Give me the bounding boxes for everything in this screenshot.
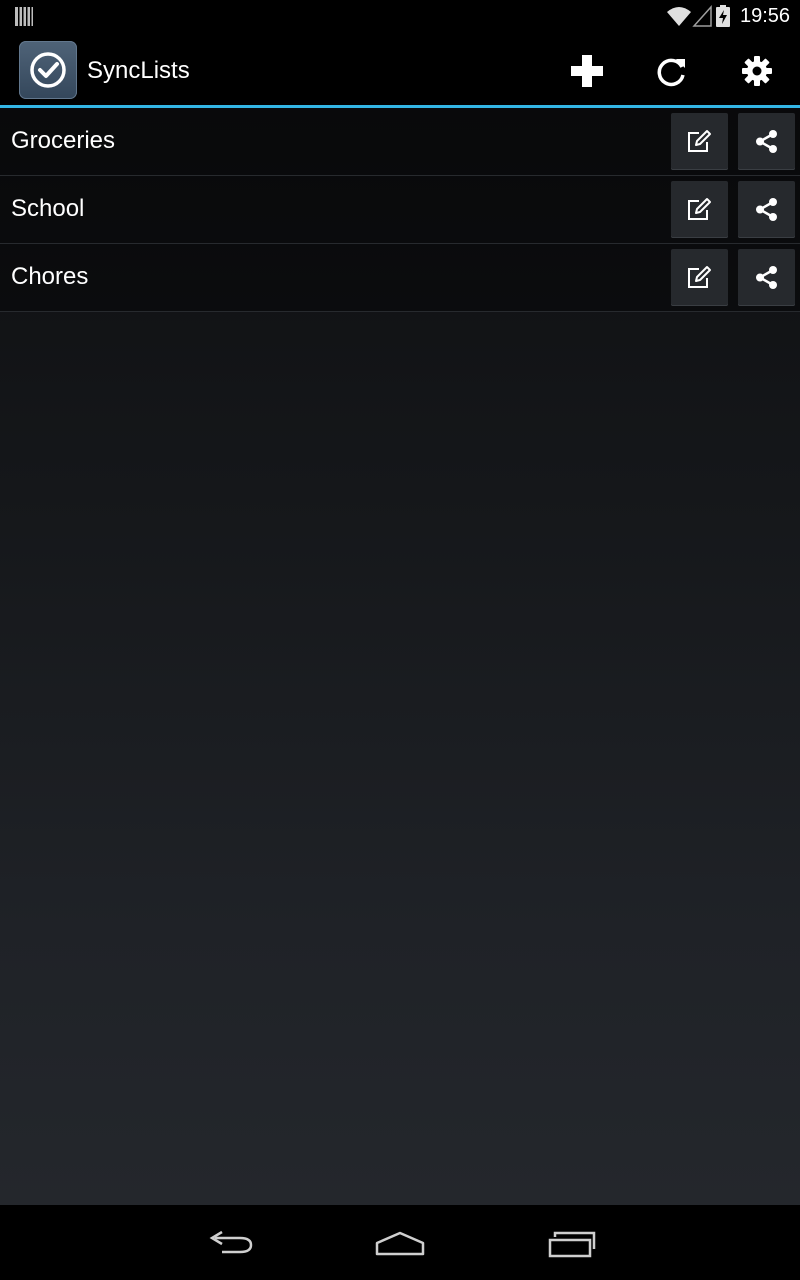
- edit-icon: [688, 130, 711, 152]
- edit-list-button[interactable]: [671, 181, 728, 238]
- edit-list-button[interactable]: [671, 249, 728, 306]
- action-bar: SyncLists: [0, 33, 800, 105]
- app-icon[interactable]: [19, 41, 77, 99]
- share-icon: [756, 266, 777, 289]
- recent-apps-button[interactable]: [541, 1223, 601, 1263]
- status-time: 19:56: [740, 5, 791, 27]
- list-item-label: School: [11, 195, 85, 222]
- back-icon: [209, 1230, 253, 1254]
- battery-charging-icon: [716, 5, 730, 27]
- edit-icon: [688, 266, 711, 288]
- add-list-button[interactable]: [559, 47, 615, 95]
- lists-container: Groceries School Chores: [0, 108, 800, 1205]
- edit-list-button[interactable]: [671, 113, 728, 170]
- share-list-button[interactable]: [738, 249, 795, 306]
- share-icon: [756, 198, 777, 221]
- list-item[interactable]: School: [0, 176, 800, 244]
- storage-icon: [15, 7, 33, 26]
- back-button[interactable]: [200, 1223, 260, 1263]
- share-icon: [756, 130, 777, 153]
- checkmark-icon: [30, 52, 66, 88]
- share-list-button[interactable]: [738, 181, 795, 238]
- home-icon: [375, 1231, 425, 1256]
- recent-apps-icon: [548, 1231, 596, 1258]
- list-item[interactable]: Chores: [0, 244, 800, 312]
- list-item[interactable]: Groceries: [0, 108, 800, 176]
- status-bar: 19:56: [0, 0, 800, 33]
- list-item-label: Chores: [11, 263, 89, 290]
- refresh-icon: [657, 58, 685, 87]
- edit-icon: [688, 198, 711, 220]
- cell-signal-icon: [692, 5, 712, 27]
- home-button[interactable]: [370, 1223, 430, 1263]
- wifi-icon: [667, 7, 691, 26]
- settings-button[interactable]: [729, 47, 785, 95]
- settings-icon: [742, 56, 772, 86]
- app-title: SyncLists: [87, 57, 190, 84]
- refresh-button[interactable]: [644, 47, 700, 95]
- navigation-bar: [0, 1205, 800, 1280]
- add-icon: [571, 55, 603, 87]
- share-list-button[interactable]: [738, 113, 795, 170]
- list-item-label: Groceries: [11, 127, 116, 154]
